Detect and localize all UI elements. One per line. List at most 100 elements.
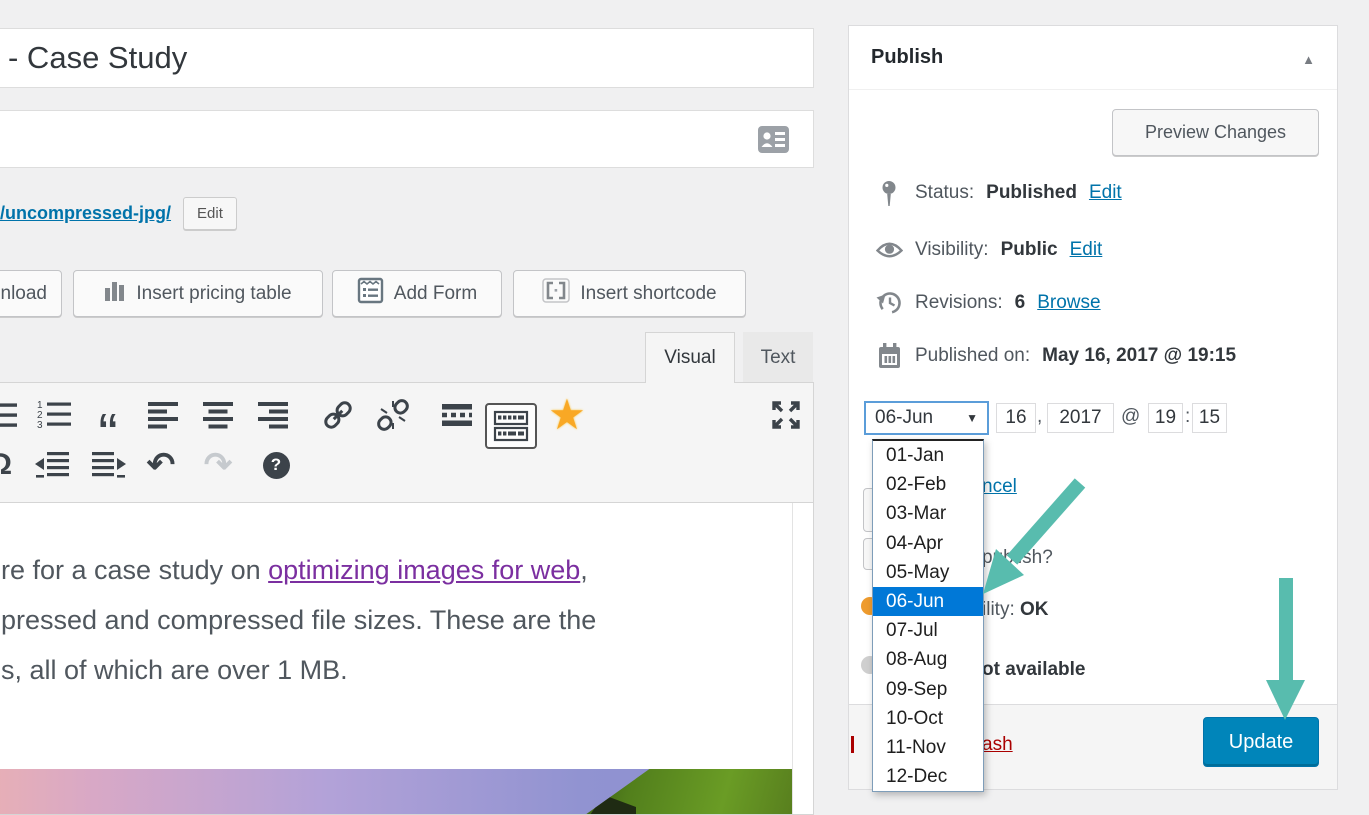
more-tag-icon[interactable]	[438, 397, 476, 433]
body-line1-post: ,	[580, 555, 588, 585]
date-comma: ,	[1037, 406, 1042, 428]
link-icon[interactable]	[319, 397, 357, 433]
insert-shortcode-label: Insert shortcode	[580, 283, 716, 305]
month-option[interactable]: 09-Sep	[873, 675, 983, 704]
body-line1-pre: re for a case study on	[1, 555, 268, 585]
month-option[interactable]: 02-Feb	[873, 470, 983, 499]
day-input[interactable]	[996, 403, 1036, 433]
status-label: Status:	[915, 182, 974, 204]
month-option[interactable]: 11-Nov	[873, 733, 983, 762]
fullscreen-icon[interactable]	[767, 397, 805, 433]
published-on-value: May 16, 2017 @ 19:15	[1042, 345, 1236, 367]
tab-text[interactable]: Text	[743, 332, 813, 383]
photo-hill	[562, 769, 792, 815]
hour-input[interactable]	[1148, 403, 1183, 433]
month-option[interactable]: 05-May	[873, 558, 983, 587]
undo-icon[interactable]: ↶	[142, 447, 180, 483]
landscape-photo	[0, 769, 792, 815]
toolbar-toggle-icon	[493, 410, 529, 442]
body-content-link[interactable]: optimizing images for web	[268, 555, 580, 585]
update-button[interactable]: Update	[1203, 717, 1319, 767]
month-option[interactable]: 10-Oct	[873, 704, 983, 733]
insert-pricing-table-button[interactable]: Insert pricing table	[73, 270, 323, 317]
numbered-list-icon[interactable]: 1 2 3	[35, 397, 73, 433]
add-download-button[interactable]: nload	[0, 270, 62, 317]
readability-value: OK	[1020, 599, 1049, 620]
month-option[interactable]: 03-Mar	[873, 499, 983, 528]
body-line-3: s, all of which are over 1 MB.	[1, 645, 596, 695]
date-at-sign: @	[1121, 406, 1140, 428]
bullet-list-icon[interactable]	[0, 397, 19, 433]
year-input[interactable]	[1047, 403, 1114, 433]
revisions-label: Revisions:	[915, 292, 1003, 314]
revisions-browse-link[interactable]: Browse	[1037, 292, 1100, 314]
tab-text-label: Text	[761, 347, 796, 369]
favorite-star-icon[interactable]: ★	[543, 397, 591, 433]
status-edit-link[interactable]: Edit	[1089, 182, 1122, 204]
month-option[interactable]: 04-Apr	[873, 529, 983, 558]
indent-icon[interactable]	[89, 447, 127, 483]
unlink-icon[interactable]	[374, 397, 412, 433]
date-colon: :	[1185, 406, 1190, 428]
redo-icon[interactable]: ↷	[199, 447, 237, 483]
tab-visual-label: Visual	[664, 347, 715, 369]
post-title-input[interactable]	[0, 28, 814, 88]
month-select[interactable]: 06-Jun ▼	[864, 401, 989, 435]
publish-question-text-partial: publish?	[982, 547, 1053, 569]
insert-shortcode-button[interactable]: Insert shortcode	[513, 270, 746, 317]
toolbar-toggle-button[interactable]	[485, 403, 537, 449]
seo-status-partial: ot available	[982, 659, 1086, 681]
permalink-row: /uncompressed-jpg/ Edit	[0, 197, 237, 230]
align-left-icon[interactable]	[144, 397, 182, 433]
visibility-edit-link[interactable]: Edit	[1070, 239, 1103, 261]
add-form-button[interactable]: Add Form	[332, 270, 502, 317]
outdent-icon[interactable]	[34, 447, 72, 483]
minute-input[interactable]	[1192, 403, 1227, 433]
publish-panel-title: Publish	[871, 46, 943, 69]
tinymce-toolbar: 1 2 3 “	[0, 382, 814, 503]
shortcode-brackets-icon	[542, 278, 570, 309]
editor-content-area[interactable]: re for a case study on optimizing images…	[0, 503, 814, 815]
readability-label: ility:	[982, 599, 1015, 620]
revisions-row: Revisions: 6 Browse	[875, 288, 1101, 318]
move-to-trash-text-sliver	[851, 736, 854, 753]
revisions-value: 6	[1015, 292, 1026, 314]
eye-icon	[875, 241, 903, 260]
wordpress-editor-screen: /uncompressed-jpg/ Edit nload Insert pri…	[0, 0, 1369, 815]
month-option[interactable]: 08-Aug	[873, 645, 983, 674]
special-char-icon[interactable]: Ω	[0, 447, 19, 483]
month-option[interactable]: 12-Dec	[873, 762, 983, 791]
tab-visual[interactable]: Visual	[645, 332, 735, 383]
month-option-selected[interactable]: 06-Jun	[873, 587, 983, 616]
collapse-triangle-icon[interactable]: ▲	[1302, 52, 1315, 67]
content-gutter-divider	[792, 503, 793, 814]
readability-status-partial: ility: OK	[982, 599, 1049, 621]
move-to-trash-link-partial[interactable]: ash	[982, 734, 1013, 756]
visibility-value: Public	[1001, 239, 1058, 261]
bar-chart-icon	[104, 280, 126, 307]
preview-changes-button[interactable]: Preview Changes	[1112, 109, 1319, 156]
insert-pricing-table-label: Insert pricing table	[136, 283, 291, 305]
status-value: Published	[986, 182, 1077, 204]
align-right-icon[interactable]	[254, 397, 292, 433]
visibility-row: Visibility: Public Edit	[875, 235, 1102, 265]
photo-rock	[590, 795, 636, 815]
secondary-title-input[interactable]	[0, 110, 814, 168]
cancel-link-partial[interactable]: ncel	[982, 476, 1017, 498]
month-option[interactable]: 07-Jul	[873, 616, 983, 645]
permalink-edit-button[interactable]: Edit	[183, 197, 237, 230]
help-icon[interactable]: ?	[257, 447, 295, 483]
body-line-2: pressed and compressed file sizes. These…	[1, 595, 596, 645]
permalink-link[interactable]: /uncompressed-jpg/	[0, 203, 171, 224]
add-form-label: Add Form	[394, 283, 477, 305]
published-on-row: Published on: May 16, 2017 @ 19:15	[875, 341, 1236, 371]
align-center-icon[interactable]	[199, 397, 237, 433]
blockquote-icon[interactable]: “	[89, 397, 127, 433]
month-option[interactable]: 01-Jan	[873, 441, 983, 470]
visibility-label: Visibility:	[915, 239, 989, 261]
contact-card-icon	[758, 126, 789, 158]
published-on-label: Published on:	[915, 345, 1030, 367]
add-download-label: nload	[1, 283, 48, 305]
body-line-1: re for a case study on optimizing images…	[1, 545, 596, 595]
form-icon	[357, 277, 384, 310]
